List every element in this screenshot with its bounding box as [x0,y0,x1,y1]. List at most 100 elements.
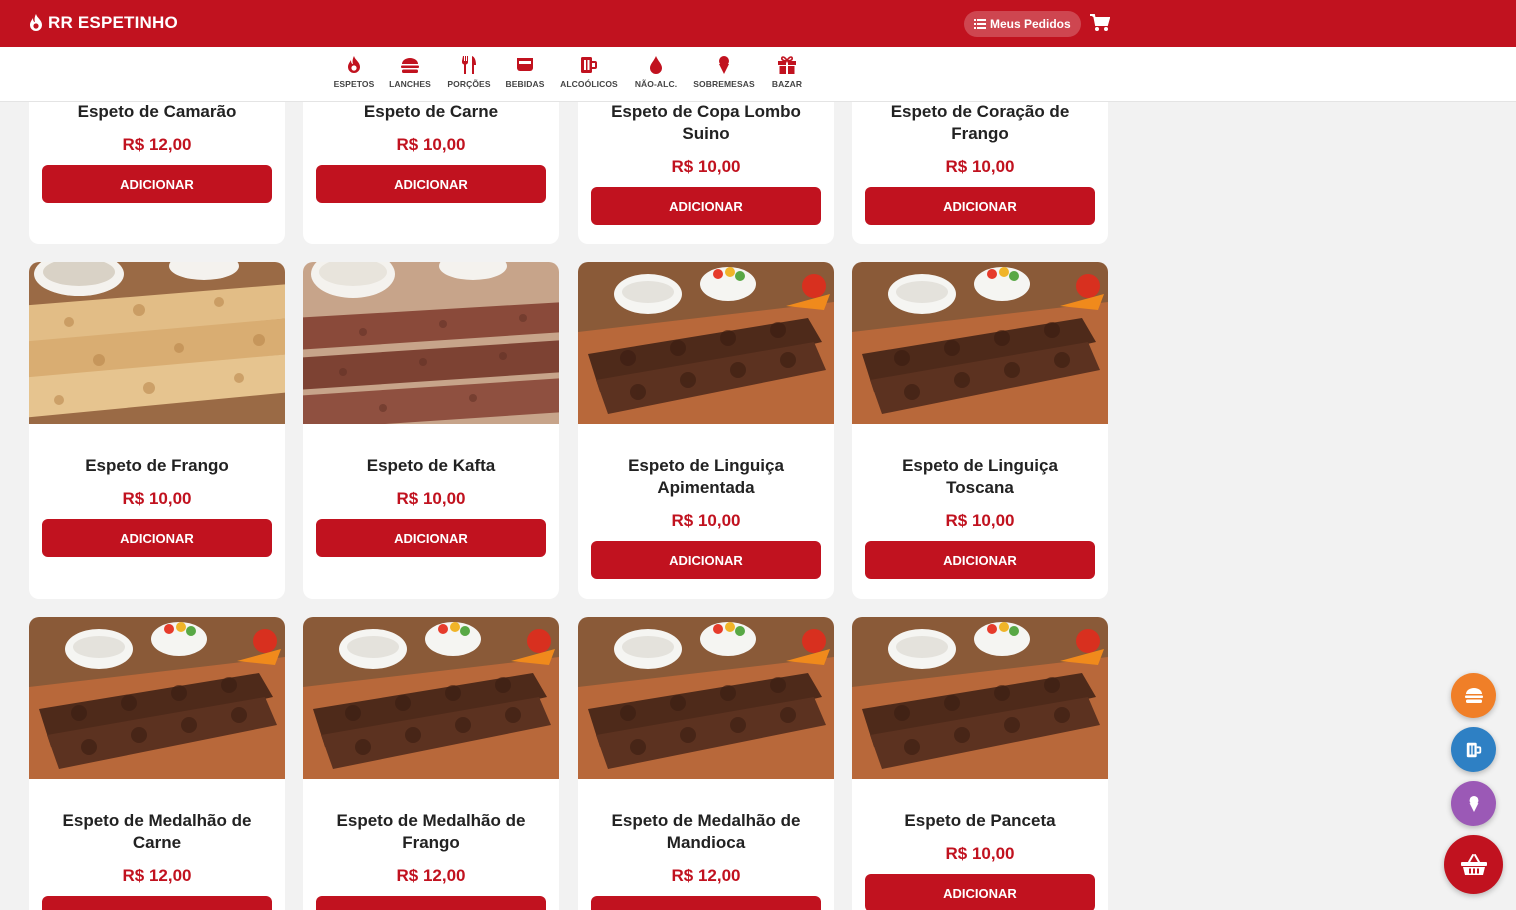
gift-icon [778,56,796,74]
add-to-cart-button[interactable]: ADICIONAR [42,896,272,910]
fab-lanches[interactable] [1451,673,1496,718]
product-name: Espeto de Linguiça Apimentada [628,456,784,497]
fire-icon [30,14,42,31]
ice-cream-icon [1469,795,1478,812]
product-info: Espeto de Kafta R$ 10,00 ADICIONAR [303,455,559,557]
product-price: R$ 10,00 [396,489,466,508]
product-price: R$ 10,00 [945,157,1015,176]
fire-icon [348,56,360,73]
fab-cart[interactable] [1444,835,1503,894]
add-to-cart-button[interactable]: ADICIONAR [42,519,272,557]
top-header: RR ESPETINHO Meus Pedidos [0,0,1516,47]
product-info: Espeto de Coração de Frango R$ 10,00 ADI… [852,102,1108,225]
mug-icon [581,57,597,73]
category-label: ALCOÓLICOS [560,79,618,89]
product-photo-chicken-skewers[interactable] [29,262,285,424]
burger-icon [1464,687,1483,703]
product-name: Espeto de Medalhão de Frango [336,811,526,852]
product-name: Espeto de Panceta [904,811,1056,830]
add-to-cart-button[interactable]: ADICIONAR [42,165,272,203]
product-info: Espeto de Frango R$ 10,00 ADICIONAR [29,455,285,557]
product-price: R$ 10,00 [945,511,1015,530]
product-card: Espeto de Medalhão de Carne R$ 12,00 ADI… [29,617,285,910]
product-info: Espeto de Carne R$ 10,00 ADICIONAR [303,102,559,203]
fab-sobremesas[interactable] [1451,781,1496,826]
product-photo-beef-skewers[interactable] [578,262,834,424]
category-label: ESPETOS [333,79,375,89]
category-alcoolicos[interactable]: ALCOÓLICOS [559,55,619,89]
product-card: Espeto de Kafta R$ 10,00 ADICIONAR [303,262,559,599]
brand-name: RR ESPETINHO [48,13,178,32]
product-name: Espeto de Medalhão de Carne [62,811,252,852]
product-name: Espeto de Frango [85,456,229,475]
product-info: Espeto de Linguiça Apimentada R$ 10,00 A… [578,455,834,579]
my-orders-button[interactable]: Meus Pedidos [964,11,1081,37]
product-name: Espeto de Coração de Frango [890,102,1070,143]
product-photo-beef-skewers[interactable] [303,617,559,779]
brand-logo[interactable]: RR ESPETINHO [28,13,178,33]
category-bazar[interactable]: BAZAR [757,55,817,89]
product-photo-beef-skewers[interactable] [578,617,834,779]
category-nao-alc[interactable]: NÃO-ALC. [626,55,686,89]
product-info: Espeto de Medalhão de Mandioca R$ 12,00 … [578,810,834,910]
category-nav: ESPETOS LANCHES PORÇÕES BEBIDAS ALCOÓLIC… [0,47,1516,102]
category-label: BEBIDAS [505,79,545,89]
burger-icon [401,58,419,73]
product-card: Espeto de Linguiça Apimentada R$ 10,00 A… [578,262,834,599]
product-photo-kafta-skewers[interactable] [303,262,559,424]
category-porcoes[interactable]: PORÇÕES [439,55,499,89]
product-grid: Espeto de Camarão R$ 12,00 ADICIONAR Esp… [0,102,1130,910]
product-price: R$ 10,00 [671,157,741,176]
mug-icon [1466,742,1481,757]
add-to-cart-button[interactable]: ADICIONAR [316,519,546,557]
fab-alcoolicos[interactable] [1451,727,1496,772]
product-price: R$ 12,00 [122,135,192,154]
droplet-icon [650,56,662,74]
ice-cream-icon [719,56,729,74]
product-photo-beef-skewers[interactable] [29,617,285,779]
category-label: BAZAR [771,79,803,89]
product-price: R$ 10,00 [122,489,192,508]
category-lanches[interactable]: LANCHES [380,55,440,89]
basket-icon [1460,853,1487,875]
product-card: Espeto de Camarão R$ 12,00 ADICIONAR [29,102,285,244]
product-name: Espeto de Medalhão de Mandioca [611,811,801,852]
product-price: R$ 10,00 [396,135,466,154]
my-orders-label: Meus Pedidos [990,17,1071,31]
category-bebidas[interactable]: BEBIDAS [495,55,555,89]
product-price: R$ 10,00 [945,844,1015,863]
category-espetos[interactable]: ESPETOS [324,55,384,89]
add-to-cart-button[interactable]: ADICIONAR [316,165,546,203]
add-to-cart-button[interactable]: ADICIONAR [865,874,1095,910]
product-photo-beef-skewers[interactable] [852,262,1108,424]
product-price: R$ 12,00 [671,866,741,885]
product-price: R$ 12,00 [122,866,192,885]
product-info: Espeto de Panceta R$ 10,00 ADICIONAR [852,810,1108,910]
add-to-cart-button[interactable]: ADICIONAR [865,541,1095,579]
category-label: PORÇÕES [447,79,491,89]
add-to-cart-button[interactable]: ADICIONAR [591,541,821,579]
product-card: Espeto de Medalhão de Frango R$ 12,00 AD… [303,617,559,910]
product-price: R$ 12,00 [396,866,466,885]
add-to-cart-button[interactable]: ADICIONAR [865,187,1095,225]
category-label: SOBREMESAS [693,79,755,89]
category-label: NÃO-ALC. [634,79,678,89]
add-to-cart-button[interactable]: ADICIONAR [591,187,821,225]
product-card: Espeto de Linguiça Toscana R$ 10,00 ADIC… [852,262,1108,599]
product-card: Espeto de Frango R$ 10,00 ADICIONAR [29,262,285,599]
product-name: Espeto de Linguiça Toscana [902,456,1058,497]
utensils-icon [461,56,476,74]
product-card: Espeto de Coração de Frango R$ 10,00 ADI… [852,102,1108,244]
category-sobremesas[interactable]: SOBREMESAS [693,55,755,89]
list-icon [974,19,986,29]
product-card: Espeto de Carne R$ 10,00 ADICIONAR [303,102,559,244]
product-info: Espeto de Medalhão de Carne R$ 12,00 ADI… [29,810,285,910]
add-to-cart-button[interactable]: ADICIONAR [591,896,821,910]
product-card: Espeto de Medalhão de Mandioca R$ 12,00 … [578,617,834,910]
header-cart-button[interactable] [1090,14,1111,37]
product-photo-beef-skewers[interactable] [852,617,1108,779]
product-info: Espeto de Medalhão de Frango R$ 12,00 AD… [303,810,559,910]
product-price: R$ 10,00 [671,511,741,530]
bowl-icon [517,58,533,71]
add-to-cart-button[interactable]: ADICIONAR [316,896,546,910]
